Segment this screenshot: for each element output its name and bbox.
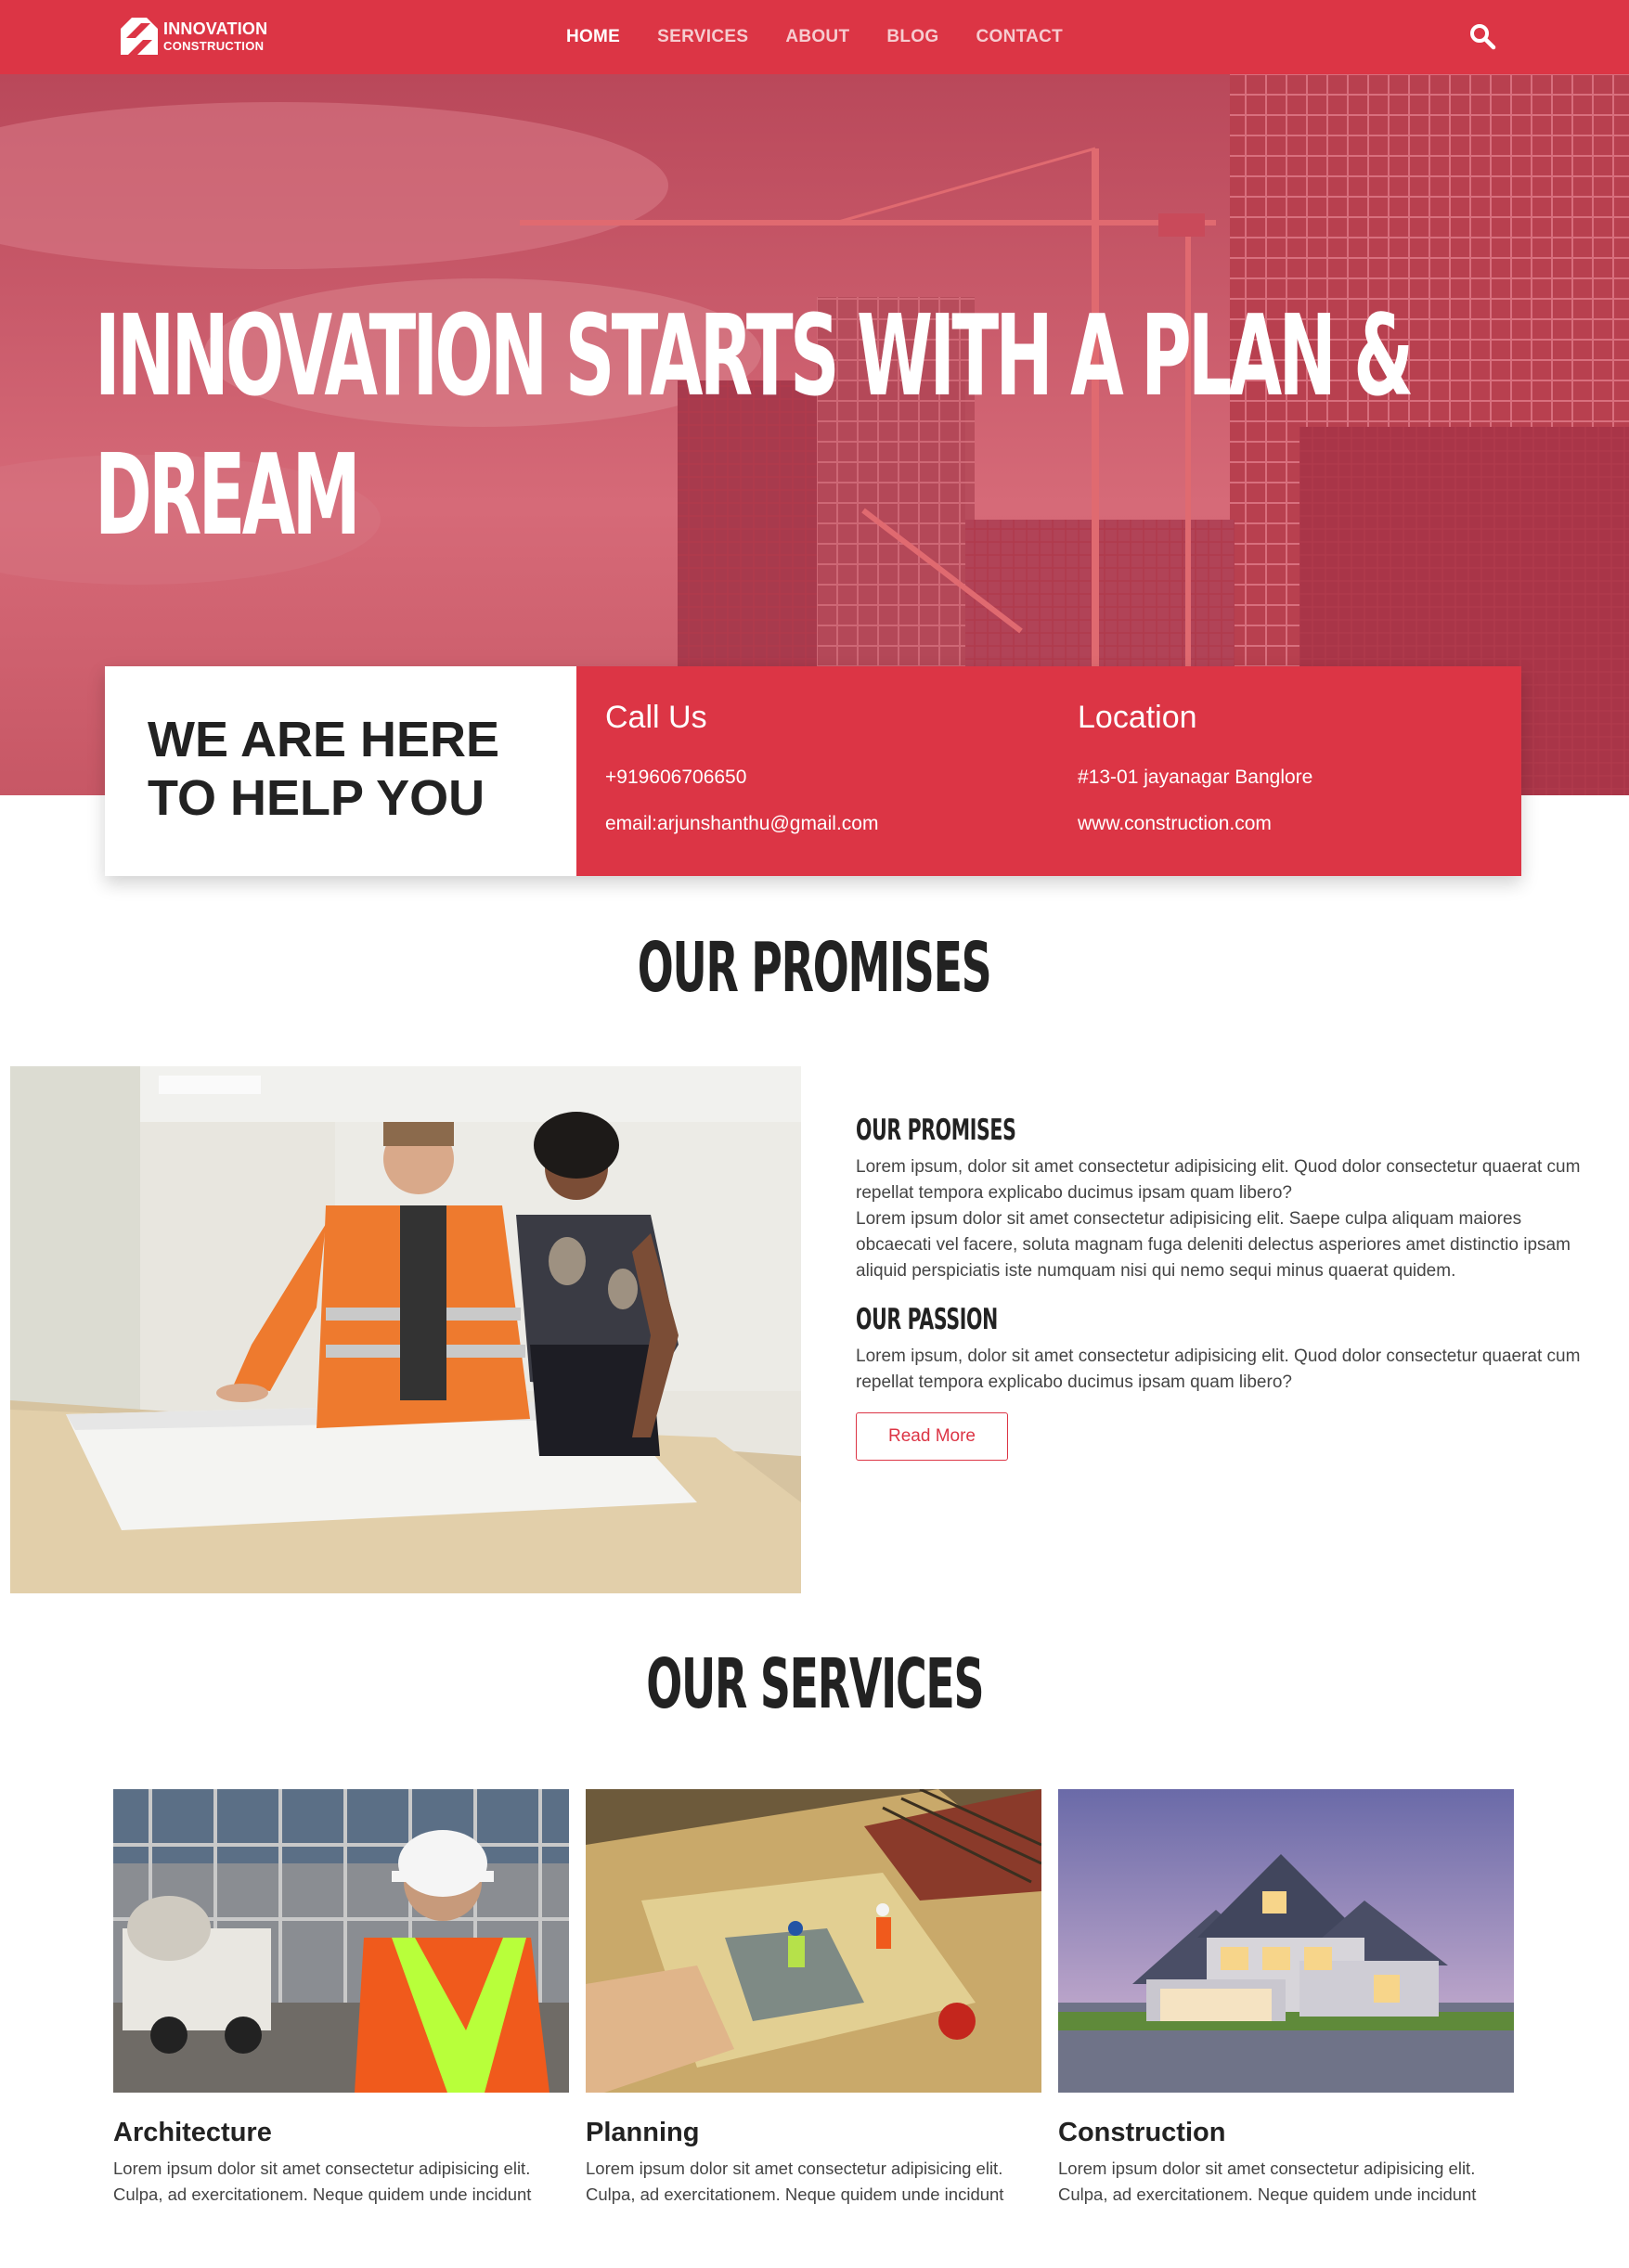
hero-headline-line-1: INNOVATION STARTS WITH A PLAN & (95, 292, 1414, 421)
call-us-title: Call Us (605, 700, 707, 735)
hero-headline: INNOVATION STARTS WITH A PLAN & DREAM (95, 288, 1414, 566)
top-navbar: INNOVATION CONSTRUCTION HOME SERVICES AB… (0, 0, 1629, 74)
promises-paragraph-1: Lorem ipsum, dolor sit amet consectetur … (856, 1157, 1581, 1203)
email-address[interactable]: email:arjunshanthu@gmail.com (605, 801, 878, 847)
promises-section-title: OUR PROMISES (0, 928, 1629, 1008)
service-description: Lorem ipsum dolor sit amet consectetur a… (113, 2156, 569, 2208)
nav-services[interactable]: SERVICES (639, 27, 767, 47)
services-section-title: OUR SERVICES (0, 1644, 1629, 1724)
address: #13-01 jayanagar Banglore (1078, 767, 1313, 788)
hero-headline-line-2: DREAM (95, 432, 361, 561)
service-description-line-2: Culpa, ad exercitationem. Neque quidem u… (586, 2184, 1004, 2204)
promises-content: OUR PROMISES Lorem ipsum, dolor sit amet… (856, 1114, 1589, 1461)
contact-details-panel: Call Us +919606706650 email:arjunshanthu… (576, 666, 1521, 876)
nav-about[interactable]: ABOUT (767, 27, 868, 47)
help-heading-line-1: WE ARE HERE (148, 712, 500, 767)
workers-on-site-image (586, 1789, 1041, 2093)
call-us-column: Call Us +919606706650 email:arjunshanthu… (605, 700, 878, 847)
service-card-planning[interactable]: Planning Lorem ipsum dolor sit amet cons… (586, 1789, 1041, 2208)
phone-number[interactable]: +919606706650 (605, 754, 878, 801)
search-icon (1470, 24, 1496, 50)
finished-house-image (1058, 1789, 1514, 2093)
promises-paragraph-2: Lorem ipsum dolor sit amet consectetur a… (856, 1209, 1571, 1281)
services-section-title-text: OUR SERVICES (645, 1644, 984, 1724)
architecture-image (113, 1789, 569, 2093)
read-more-button[interactable]: Read More (856, 1412, 1008, 1461)
service-title: Construction (1058, 2118, 1226, 2147)
service-title: Architecture (113, 2118, 272, 2147)
nav-blog[interactable]: BLOG (868, 27, 957, 47)
service-description-line-2: Culpa, ad exercitationem. Neque quidem u… (113, 2184, 532, 2204)
location-column: Location #13-01 jayanagar Banglore www.c… (1078, 700, 1312, 847)
website-link[interactable]: www.construction.com (1078, 801, 1312, 847)
service-description-line-2: Culpa, ad exercitationem. Neque quidem u… (1058, 2184, 1477, 2204)
construction-image (1058, 1789, 1514, 2093)
service-card-construction[interactable]: Construction Lorem ipsum dolor sit amet … (1058, 1789, 1514, 2208)
engineers-reviewing-plans-image (10, 1066, 801, 1593)
help-heading: WE ARE HERE TO HELP YOU (148, 711, 576, 828)
service-title: Planning (586, 2118, 700, 2147)
construction-site-worker-image (113, 1789, 569, 2093)
service-description-line-1: Lorem ipsum dolor sit amet consectetur a… (586, 2158, 1003, 2178)
service-description: Lorem ipsum dolor sit amet consectetur a… (1058, 2156, 1514, 2208)
help-panel: WE ARE HERE TO HELP YOU (105, 666, 576, 876)
passion-subheading: OUR PASSION (856, 1303, 998, 1336)
nav-home[interactable]: HOME (548, 27, 639, 47)
promises-section-title-text: OUR PROMISES (638, 928, 992, 1008)
service-card-architecture[interactable]: Architecture Lorem ipsum dolor sit amet … (113, 1789, 569, 2208)
main-nav: HOME SERVICES ABOUT BLOG CONTACT (0, 0, 1629, 74)
passion-paragraph: Lorem ipsum, dolor sit amet consectetur … (856, 1347, 1581, 1392)
service-description-line-1: Lorem ipsum dolor sit amet consectetur a… (113, 2158, 531, 2178)
planning-image (586, 1789, 1041, 2093)
service-description-line-1: Lorem ipsum dolor sit amet consectetur a… (1058, 2158, 1476, 2178)
service-description: Lorem ipsum dolor sit amet consectetur a… (586, 2156, 1041, 2208)
nav-contact[interactable]: CONTACT (957, 27, 1081, 47)
contact-info-box: WE ARE HERE TO HELP YOU Call Us +9196067… (105, 666, 1521, 876)
location-title: Location (1078, 700, 1197, 735)
promises-subheading: OUR PROMISES (856, 1114, 1016, 1147)
help-heading-line-2: TO HELP YOU (148, 770, 485, 826)
promises-photo (10, 1066, 801, 1593)
search-button[interactable] (1468, 22, 1496, 50)
